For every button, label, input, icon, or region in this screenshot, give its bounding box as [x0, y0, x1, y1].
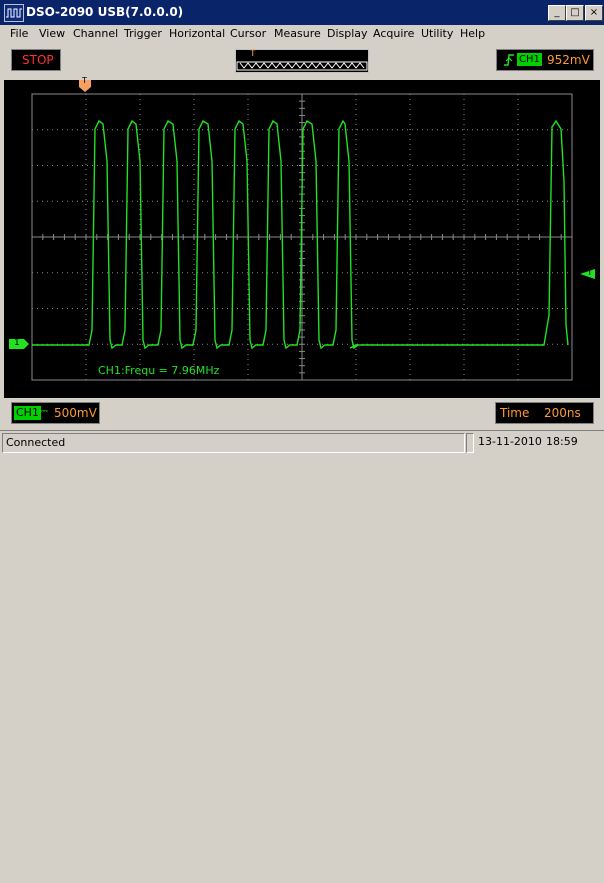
window-title: DSO-2090 USB(7.0.0.0): [26, 5, 184, 19]
menu-display[interactable]: Display: [327, 27, 368, 40]
overview-trigger-marker: T: [250, 49, 256, 59]
connection-status: Connected: [2, 433, 465, 453]
overview-wave: [239, 62, 365, 69]
menu-measure[interactable]: Measure: [274, 27, 321, 40]
menu-bar: File View Channel Trigger Horizontal Cur…: [0, 25, 604, 44]
trigger-position-marker-label: T: [82, 76, 87, 85]
trigger-level-value: 952mV: [547, 53, 590, 67]
channel-1-marker-label: 1: [14, 338, 20, 348]
menu-utility[interactable]: Utility: [421, 27, 453, 40]
menu-acquire[interactable]: Acquire: [373, 27, 414, 40]
close-button[interactable]: ×: [585, 5, 603, 21]
trigger-position-overview[interactable]: T: [235, 49, 369, 73]
status-date: 13-11-2010: [478, 435, 542, 448]
time-label: Time: [500, 406, 530, 420]
trigger-channel-label: CH1: [517, 53, 542, 66]
run-status-label: STOP: [22, 53, 54, 67]
ch1-label: CH1: [14, 406, 41, 420]
menu-trigger[interactable]: Trigger: [124, 27, 162, 40]
coupling-icon: ⎓: [40, 406, 48, 417]
timebase-panel[interactable]: Time 200ns: [495, 402, 594, 424]
rising-edge-icon: [503, 52, 515, 68]
toolbar: STOP T CH1 952mV: [0, 44, 604, 76]
menu-view[interactable]: View: [39, 27, 65, 40]
ch1-trace: [32, 119, 569, 350]
minimize-button[interactable]: _: [548, 5, 566, 21]
scope-display: [9, 80, 595, 381]
status-time: 18:59: [546, 435, 578, 448]
bottom-info-bar: CH1 ⎓ 500mV Time 200ns: [0, 398, 604, 428]
menu-horizontal[interactable]: Horizontal: [169, 27, 225, 40]
resize-grip-icon[interactable]: [590, 871, 602, 883]
trigger-info-panel[interactable]: CH1 952mV: [496, 49, 594, 71]
menu-cursor[interactable]: Cursor: [230, 27, 266, 40]
menu-help[interactable]: Help: [460, 27, 485, 40]
menu-channel[interactable]: Channel: [73, 27, 118, 40]
maximize-button[interactable]: □: [566, 5, 584, 21]
ch1-volts-panel[interactable]: CH1 ⎓ 500mV: [11, 402, 100, 424]
run-stop-button[interactable]: STOP: [11, 49, 61, 71]
trigger-level-marker-label: T: [587, 268, 593, 278]
frequency-measurement: CH1:Frequ = 7.96MHz: [98, 364, 220, 377]
status-bar: Connected 13-11-2010 18:59: [0, 430, 604, 455]
time-div-value: 200ns: [544, 406, 581, 420]
menu-file[interactable]: File: [10, 27, 28, 40]
app-icon[interactable]: [4, 4, 24, 22]
status-separator: [466, 433, 474, 453]
title-bar: DSO-2090 USB(7.0.0.0) _ □ ×: [0, 0, 604, 25]
volts-div-value: 500mV: [54, 406, 97, 420]
scope-screen[interactable]: T 1 T CH1:Frequ = 7.96MHz: [4, 76, 600, 398]
